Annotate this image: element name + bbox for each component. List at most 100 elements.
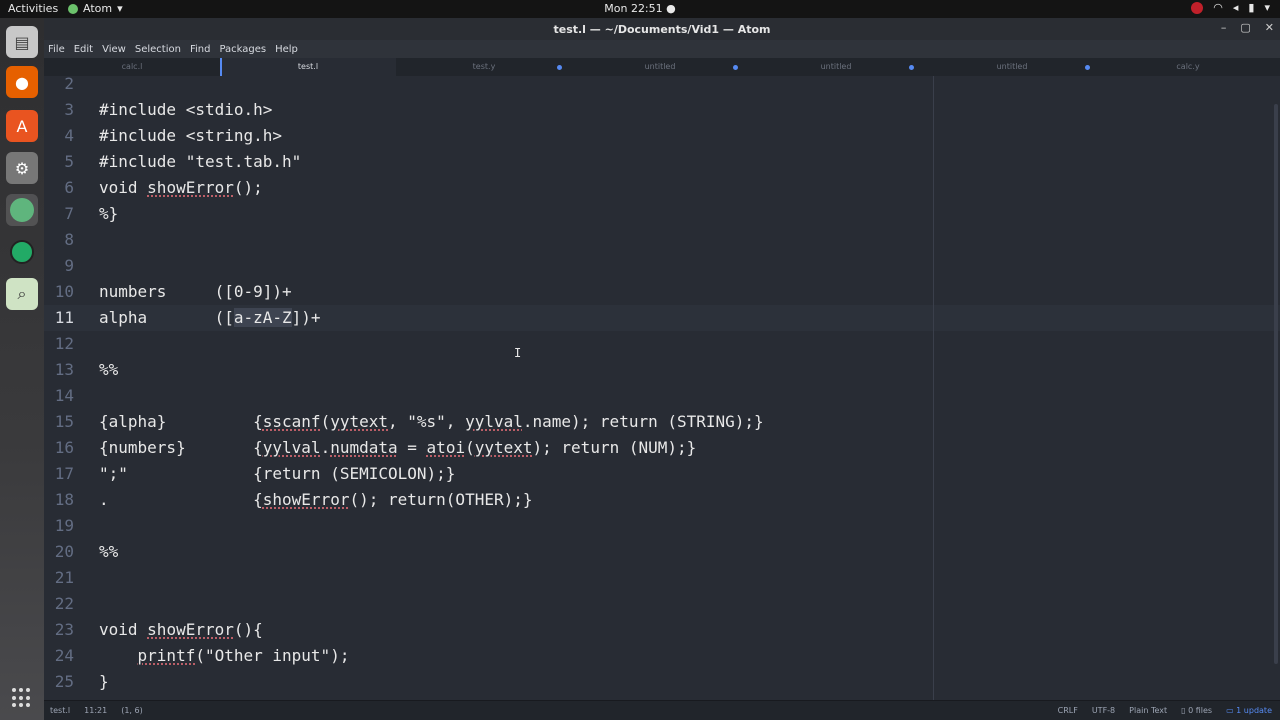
vertical-scrollbar[interactable] xyxy=(1274,104,1278,664)
line-number[interactable]: 11 xyxy=(44,305,74,331)
code-line[interactable]: %} xyxy=(99,201,118,227)
line-number[interactable]: 15 xyxy=(44,409,74,435)
line-number[interactable]: 4 xyxy=(44,123,74,149)
tab-label: untitled xyxy=(644,62,676,71)
line-number[interactable]: 12 xyxy=(44,331,74,357)
code-line[interactable]: %% xyxy=(99,539,118,565)
spellcheck-mark: yytext xyxy=(330,412,388,431)
code-line[interactable]: void showError(){ xyxy=(99,617,263,643)
tab-untitled-3[interactable]: untitled xyxy=(924,58,1100,76)
line-number[interactable]: 2 xyxy=(44,76,74,97)
code-line[interactable]: . {showError(); return(OTHER);} xyxy=(99,487,533,513)
modified-dot-icon xyxy=(557,65,562,70)
line-number[interactable]: 23 xyxy=(44,617,74,643)
code-line[interactable]: #include <string.h> xyxy=(99,123,282,149)
image-viewer-icon[interactable]: ⌕ xyxy=(6,278,38,310)
chevron-down-icon[interactable]: ▾ xyxy=(1264,1,1270,14)
spellcheck-mark: atoi xyxy=(426,438,466,457)
line-number[interactable]: 18 xyxy=(44,487,74,513)
spellcheck-mark: sscanf xyxy=(262,412,321,431)
menu-file[interactable]: File xyxy=(48,44,65,55)
line-number[interactable]: 22 xyxy=(44,591,74,617)
status-bar: test.l 11:21 (1, 6) CRLF UTF-8 Plain Tex… xyxy=(44,700,1280,720)
code-editor[interactable]: 2 3 4 5 6 7 8 9 10 11 12 13 14 15 16 17 18 19 20 21 22 23 24 25… xyxy=(44,76,1280,700)
code-line[interactable]: numbers ([0-9])+ xyxy=(99,279,292,305)
status-cursor-position[interactable]: 11:21 xyxy=(84,706,107,715)
line-number[interactable]: 19 xyxy=(44,513,74,539)
code-line[interactable]: #include "test.tab.h" xyxy=(99,149,301,175)
system-tray[interactable]: ◠ ◂ ▮ ▾ xyxy=(1191,1,1270,14)
software-center-icon[interactable]: A xyxy=(6,110,38,142)
status-grammar[interactable]: Plain Text xyxy=(1129,706,1167,715)
tab-untitled-1[interactable]: untitled xyxy=(572,58,748,76)
status-files-label: 0 files xyxy=(1188,706,1213,715)
line-number[interactable]: 3 xyxy=(44,97,74,123)
code-line[interactable]: ";" {return (SEMICOLON);} xyxy=(99,461,455,487)
tab-bar: calc.l test.l test.y untitled untitled u… xyxy=(44,58,1280,76)
atom-dock-icon[interactable] xyxy=(6,194,38,226)
line-number[interactable]: 20 xyxy=(44,539,74,565)
status-files[interactable]: ▯ 0 files xyxy=(1181,706,1212,715)
tab-test-y[interactable]: test.y xyxy=(396,58,572,76)
close-button[interactable]: ✕ xyxy=(1265,21,1274,34)
firefox-icon[interactable]: ● xyxy=(6,66,38,98)
tab-calc-y[interactable]: calc.y xyxy=(1100,58,1276,76)
status-line-ending[interactable]: CRLF xyxy=(1058,706,1078,715)
modified-dot-icon xyxy=(733,65,738,70)
code-line[interactable]: alpha ([a-zA-Z])+ xyxy=(99,305,321,331)
line-number[interactable]: 13 xyxy=(44,357,74,383)
status-file-name[interactable]: test.l xyxy=(50,706,70,715)
line-number[interactable]: 14 xyxy=(44,383,74,409)
code-line[interactable]: {numbers} {yylval.numdata = atoi(yytext)… xyxy=(99,435,696,461)
menu-find[interactable]: Find xyxy=(190,44,211,55)
tab-calc-l[interactable]: calc.l xyxy=(44,58,220,76)
volume-icon[interactable]: ◂ xyxy=(1233,1,1239,14)
tab-test-l[interactable]: test.l xyxy=(220,58,396,76)
spellcheck-mark: numdata xyxy=(330,438,398,457)
dock: ▤ ● A ⚙ ⌕ xyxy=(0,18,44,720)
status-encoding[interactable]: UTF-8 xyxy=(1092,706,1115,715)
line-number[interactable]: 6 xyxy=(44,175,74,201)
wifi-icon[interactable]: ◠ xyxy=(1213,1,1223,14)
line-number[interactable]: 24 xyxy=(44,643,74,669)
line-number-gutter[interactable]: 2 3 4 5 6 7 8 9 10 11 12 13 14 15 16 17 18 19 20 21 22 23 24 25 xyxy=(44,76,90,700)
spellcheck-mark: showError xyxy=(147,620,234,639)
status-update[interactable]: ▭ 1 update xyxy=(1226,706,1272,715)
battery-icon[interactable]: ▮ xyxy=(1248,1,1254,14)
files-icon[interactable]: ▤ xyxy=(6,26,38,58)
terminal-icon[interactable] xyxy=(6,236,38,268)
line-number[interactable]: 25 xyxy=(44,669,74,695)
menu-packages[interactable]: Packages xyxy=(219,44,266,55)
clock[interactable]: Mon 22:51 ● xyxy=(0,2,1280,15)
minimize-button[interactable]: – xyxy=(1221,21,1227,34)
line-number[interactable]: 21 xyxy=(44,565,74,591)
code-line[interactable]: printf("Other input"); xyxy=(99,643,350,669)
code-line[interactable]: #include <stdio.h> xyxy=(99,97,272,123)
menu-selection[interactable]: Selection xyxy=(135,44,181,55)
system-top-bar: Activities Atom ▾ Mon 22:51 ● ◠ ◂ ▮ ▾ xyxy=(0,0,1280,18)
code-line[interactable]: void showError(); xyxy=(99,175,263,201)
code-line[interactable]: } xyxy=(99,669,109,695)
line-number[interactable]: 7 xyxy=(44,201,74,227)
menu-view[interactable]: View xyxy=(102,44,126,55)
line-number[interactable]: 10 xyxy=(44,279,74,305)
line-number[interactable]: 9 xyxy=(44,253,74,279)
record-icon[interactable] xyxy=(1191,1,1204,14)
tab-label: calc.l xyxy=(121,62,143,71)
menu-edit[interactable]: Edit xyxy=(74,44,93,55)
spellcheck-mark: yytext xyxy=(474,438,533,457)
tab-untitled-2[interactable]: untitled xyxy=(748,58,924,76)
code-line[interactable]: {alpha} {sscanf(yytext, "%s", yylval.nam… xyxy=(99,409,764,435)
code-line[interactable]: %% xyxy=(99,357,118,383)
line-number[interactable]: 17 xyxy=(44,461,74,487)
maximize-button[interactable]: ▢ xyxy=(1240,21,1250,34)
line-number[interactable]: 8 xyxy=(44,227,74,253)
menu-help[interactable]: Help xyxy=(275,44,298,55)
line-number[interactable]: 5 xyxy=(44,149,74,175)
show-applications-icon[interactable] xyxy=(12,688,32,708)
window-title: test.l — ~/Documents/Vid1 — Atom xyxy=(553,23,771,36)
settings-icon[interactable]: ⚙ xyxy=(6,152,38,184)
text-cursor-icon: I xyxy=(514,346,522,360)
window-title-bar: test.l — ~/Documents/Vid1 — Atom – ▢ ✕ xyxy=(44,18,1280,40)
line-number[interactable]: 16 xyxy=(44,435,74,461)
